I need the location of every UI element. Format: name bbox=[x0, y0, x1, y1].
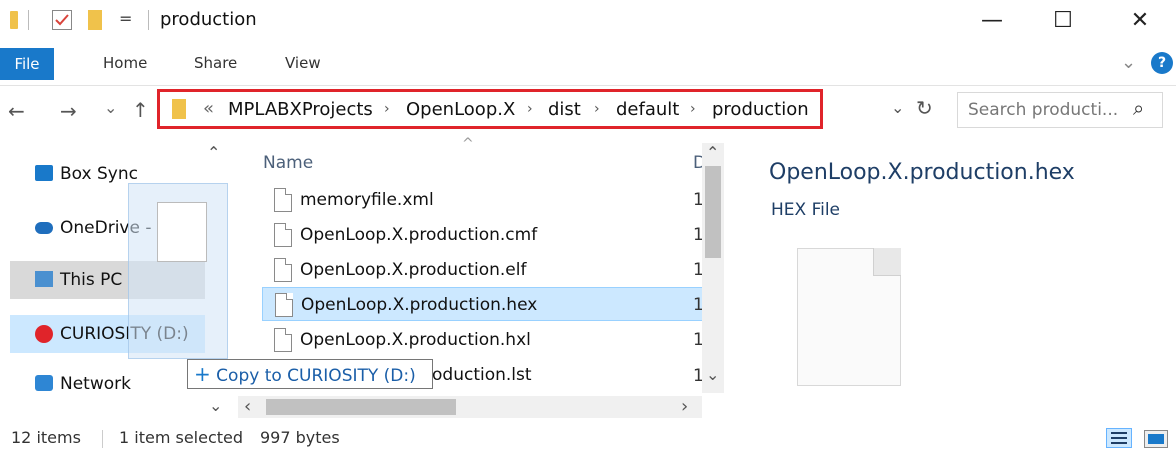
file-icon bbox=[274, 188, 292, 212]
this-pc-icon bbox=[35, 271, 53, 287]
vertical-scroll-thumb[interactable] bbox=[705, 166, 721, 258]
maximize-button[interactable]: ☐ bbox=[1043, 6, 1083, 34]
breadcrumb-production[interactable]: production bbox=[712, 99, 809, 120]
help-icon[interactable]: ? bbox=[1151, 52, 1173, 74]
scroll-up-button[interactable]: ⌃ bbox=[706, 143, 719, 162]
scroll-right-button[interactable]: › bbox=[681, 396, 688, 417]
breadcrumb-dist[interactable]: dist bbox=[548, 99, 581, 120]
breadcrumb-default[interactable]: default bbox=[616, 99, 679, 120]
ribbon-expand-icon[interactable]: ⌄ bbox=[1121, 52, 1136, 73]
sidebar-scroll-down-button[interactable]: ⌄ bbox=[209, 396, 222, 415]
curiosity-drive-icon bbox=[35, 325, 53, 343]
preview-filename: OpenLoop.X.production.hex bbox=[769, 160, 1075, 185]
file-tab[interactable]: File bbox=[0, 48, 54, 80]
quick-access-folder-icon[interactable] bbox=[10, 11, 18, 29]
new-folder-icon[interactable] bbox=[88, 10, 102, 30]
list-item[interactable]: OpenLoop.X.production.elf bbox=[262, 253, 706, 287]
drag-tooltip: + Copy to CURIOSITY (D:) bbox=[187, 359, 433, 389]
file-name: memoryfile.xml bbox=[300, 190, 434, 210]
divider bbox=[28, 10, 29, 30]
title-bar: = production — ☐ ✕ bbox=[0, 0, 1176, 42]
status-selected: 1 item selected bbox=[119, 428, 244, 447]
file-name: oduction.lst bbox=[432, 365, 532, 385]
sidebar-item-label: Network bbox=[60, 374, 131, 394]
sidebar-item-label: This PC bbox=[60, 270, 123, 290]
file-name: OpenLoop.X.production.hxl bbox=[300, 330, 531, 350]
address-dropdown-icon[interactable]: ⌄ bbox=[891, 98, 904, 117]
ribbon bbox=[0, 42, 1176, 86]
quick-access-dropdown-icon[interactable]: = bbox=[119, 9, 132, 28]
list-item[interactable]: OpenLoop.X.production.cmf bbox=[262, 218, 706, 252]
recent-locations-button[interactable]: ⌄ bbox=[104, 98, 117, 117]
box-sync-icon bbox=[35, 165, 53, 181]
window-title: production bbox=[160, 9, 257, 30]
scroll-left-button[interactable]: ‹ bbox=[244, 396, 251, 417]
plus-icon: + bbox=[194, 362, 211, 386]
back-button[interactable]: ← bbox=[8, 99, 25, 123]
tab-view[interactable]: View bbox=[285, 54, 321, 72]
file-icon bbox=[274, 328, 292, 352]
breadcrumb-separator[interactable]: › bbox=[384, 101, 390, 117]
breadcrumb-mplabxprojects[interactable]: MPLABXProjects bbox=[228, 99, 373, 120]
large-icons-view-icon[interactable] bbox=[1144, 430, 1168, 448]
preview-file-icon bbox=[797, 248, 901, 386]
onedrive-icon bbox=[35, 222, 53, 234]
breadcrumb-separator[interactable]: › bbox=[527, 101, 533, 117]
list-item[interactable]: OpenLoop.X.production.hxl bbox=[262, 323, 706, 357]
list-item[interactable]: memoryfile.xml bbox=[262, 183, 706, 217]
sort-indicator-icon: ^ bbox=[462, 136, 474, 152]
close-button[interactable]: ✕ bbox=[1120, 6, 1160, 34]
tab-share[interactable]: Share bbox=[194, 54, 237, 72]
tab-home[interactable]: Home bbox=[103, 54, 147, 72]
sidebar-item-network[interactable]: Network bbox=[10, 365, 205, 403]
network-icon bbox=[35, 375, 53, 391]
drag-tooltip-text: Copy to CURIOSITY (D:) bbox=[216, 366, 416, 386]
scroll-down-button[interactable]: ⌄ bbox=[706, 365, 719, 384]
breadcrumb-separator[interactable]: › bbox=[690, 101, 696, 117]
checkmark-properties-icon[interactable] bbox=[52, 10, 72, 30]
up-button[interactable]: ↑ bbox=[132, 98, 149, 122]
file-name: OpenLoop.X.production.elf bbox=[300, 260, 527, 280]
file-name: OpenLoop.X.production.cmf bbox=[300, 225, 538, 245]
forward-button[interactable]: → bbox=[60, 99, 77, 123]
breadcrumb-separator[interactable]: › bbox=[594, 101, 600, 117]
breadcrumb-openloop[interactable]: OpenLoop.X bbox=[406, 99, 515, 120]
status-size: 997 bytes bbox=[260, 428, 340, 447]
folder-icon bbox=[172, 99, 186, 119]
minimize-button[interactable]: — bbox=[972, 6, 1012, 34]
status-item-count: 12 items bbox=[11, 428, 81, 447]
refresh-icon[interactable]: ↻ bbox=[916, 96, 933, 120]
file-icon bbox=[274, 258, 292, 282]
divider bbox=[148, 10, 149, 30]
details-view-icon[interactable] bbox=[1106, 428, 1132, 448]
sidebar-item-label: Box Sync bbox=[60, 164, 138, 184]
horizontal-scroll-thumb[interactable] bbox=[266, 399, 456, 415]
drag-ghost-icon bbox=[128, 183, 228, 359]
preview-filetype: HEX File bbox=[771, 200, 841, 220]
file-icon bbox=[275, 293, 293, 317]
file-icon bbox=[274, 223, 292, 247]
search-placeholder: Search producti... bbox=[968, 100, 1119, 120]
divider bbox=[102, 430, 103, 448]
column-header-name[interactable]: Name bbox=[263, 153, 313, 173]
breadcrumb-overflow[interactable]: « bbox=[203, 98, 214, 119]
sidebar-scroll-up-button[interactable]: ⌃ bbox=[207, 143, 220, 162]
list-item-selected[interactable]: OpenLoop.X.production.hex bbox=[262, 287, 706, 321]
file-name: OpenLoop.X.production.hex bbox=[301, 295, 538, 315]
search-icon[interactable]: ⌕ bbox=[1133, 96, 1144, 120]
